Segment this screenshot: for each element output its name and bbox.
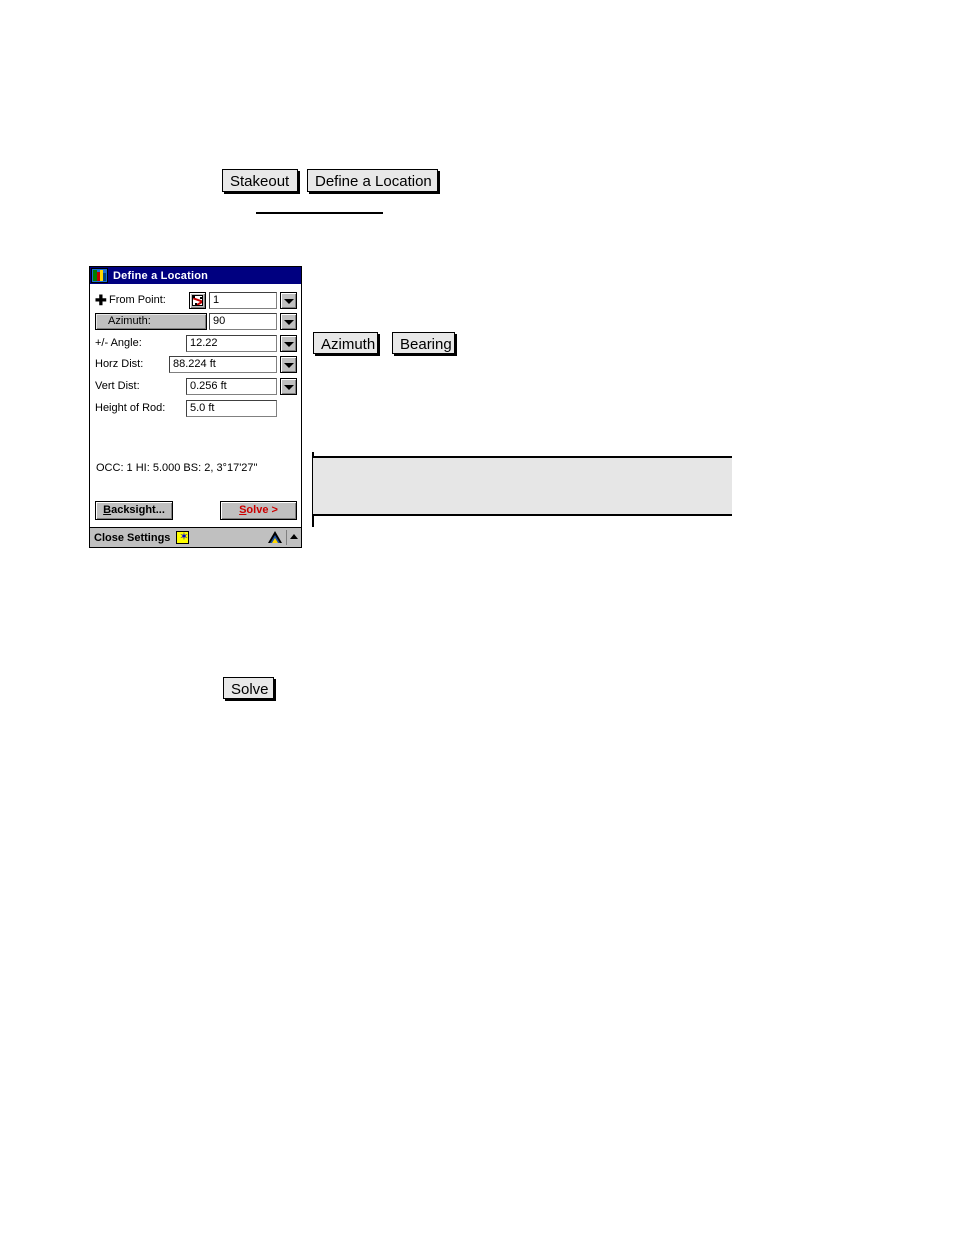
field-row-height-of-rod: Height of Rod: 5.0 ft — [90, 399, 301, 418]
horz-dist-label: Horz Dist: — [95, 358, 144, 370]
map-icon — [91, 268, 108, 283]
from-point-label: From Point: — [109, 294, 166, 306]
star-icon[interactable]: ✶ — [176, 531, 190, 544]
field-row-azimuth: Azimuth: 90 — [90, 312, 301, 331]
tripod-icon[interactable] — [268, 530, 283, 545]
vert-dist-input[interactable]: 0.256 ft — [186, 378, 277, 395]
field-row-vert-dist: Vert Dist: 0.256 ft — [90, 377, 301, 396]
from-point-dropdown[interactable] — [280, 292, 297, 309]
blank-text-rule — [256, 212, 383, 214]
pda-title: Define a Location — [113, 269, 209, 282]
scroll-up-icon[interactable] — [289, 530, 299, 546]
stakeout-button[interactable]: Stakeout — [222, 169, 298, 192]
note-block — [313, 458, 732, 514]
vert-dist-label: Vert Dist: — [95, 380, 140, 392]
azimuth-button[interactable]: Azimuth — [313, 332, 378, 354]
star-glyph: ✶ — [179, 531, 189, 543]
solve-action-button[interactable]: Solve > — [220, 501, 297, 520]
pda-window: Define a Location ✚ From Point: 1 Azimut… — [89, 266, 302, 548]
from-point-input[interactable]: 1 — [209, 292, 277, 309]
vert-dist-dropdown[interactable] — [280, 378, 297, 395]
angle-input[interactable]: 12.22 — [186, 335, 277, 352]
field-row-from-point: ✚ From Point: 1 — [90, 291, 301, 310]
pda-titlebar: Define a Location — [90, 267, 301, 284]
pda-statusbar: Close Settings ✶ — [90, 527, 301, 547]
pda-form-body: ✚ From Point: 1 Azimuth: 90 +/- Angle: 1… — [90, 284, 301, 527]
angle-dropdown[interactable] — [280, 335, 297, 352]
field-row-horz-dist: Horz Dist: 88.224 ft — [90, 355, 301, 374]
solve-button[interactable]: Solve — [223, 677, 274, 699]
azimuth-dropdown[interactable] — [280, 313, 297, 330]
statusbar-right-group — [268, 528, 301, 547]
azimuth-input[interactable]: 90 — [209, 313, 277, 330]
statusbar-divider — [286, 530, 287, 545]
point-pick-icon[interactable] — [189, 292, 206, 309]
field-row-angle: +/- Angle: 12.22 — [90, 334, 301, 353]
backsight-button[interactable]: Backsight... — [95, 501, 173, 520]
azimuth-mode-button[interactable]: Azimuth: — [95, 313, 207, 330]
bearing-button[interactable]: Bearing — [392, 332, 455, 354]
horz-dist-dropdown[interactable] — [280, 356, 297, 373]
plus-icon: ✚ — [95, 292, 107, 308]
define-a-location-button[interactable]: Define a Location — [307, 169, 438, 192]
close-settings-label[interactable]: Close Settings — [94, 532, 170, 544]
occupied-point-status: OCC: 1 HI: 5.000 BS: 2, 3°17'27" — [96, 462, 258, 474]
height-of-rod-input[interactable]: 5.0 ft — [186, 400, 277, 417]
horz-dist-input[interactable]: 88.224 ft — [169, 356, 277, 373]
height-of-rod-label: Height of Rod: — [95, 402, 166, 414]
angle-label: +/- Angle: — [95, 337, 142, 349]
note-bottom-rule — [313, 514, 732, 516]
